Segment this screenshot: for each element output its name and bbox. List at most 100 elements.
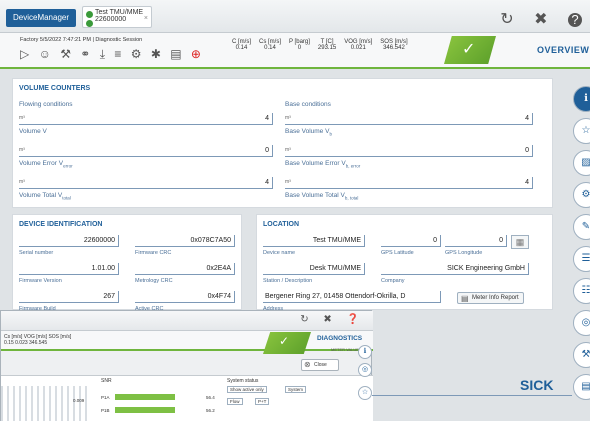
sick-logo: SICK — [520, 377, 554, 393]
refresh-icon[interactable]: ↻ — [300, 314, 314, 325]
settings-icon[interactable]: ⚙ — [131, 47, 145, 61]
station-field[interactable]: Desk TMU/MME — [263, 263, 365, 275]
nav-log-icon[interactable]: ▤ — [573, 374, 590, 400]
company-label: Company — [381, 278, 405, 284]
snr-bar — [115, 394, 175, 400]
meter-info-report-button[interactable]: Meter Info Report — [457, 292, 524, 304]
volume-error-field: 0 — [19, 145, 273, 157]
tab-device-name: Test TMU/MME — [95, 9, 144, 16]
measurements: C [m/s] Cs [m/s] P [barg] T [C] VOG [m/s… — [228, 39, 412, 51]
volume-total-label: Volume Total Vtotal — [19, 192, 71, 200]
label-sub: error — [63, 163, 73, 169]
serial-number-field: 22600000 — [19, 235, 119, 247]
volume-counters-panel: VOLUME COUNTERS Flowing conditions Base … — [12, 78, 553, 208]
nav-target-icon[interactable]: ◎ — [358, 363, 372, 377]
volume-label: Volume V — [19, 128, 47, 135]
nav-settings-icon[interactable]: ⚙ — [573, 182, 590, 208]
page-title: OVERVIEW — [537, 45, 590, 55]
download-icon[interactable]: ⤓ — [100, 47, 108, 61]
close-tab-icon[interactable]: × — [144, 15, 148, 22]
chart-icon[interactable]: ≡ — [114, 47, 124, 61]
label-sub: b, total — [344, 195, 359, 201]
measure-value: 293.15 — [317, 45, 337, 51]
history-bars — [1, 386, 91, 421]
snr-bar — [115, 407, 175, 413]
system-status-label: System status — [227, 378, 259, 384]
firmware-build-field: 267 — [19, 291, 119, 303]
nav-overview-icon[interactable]: ℹ — [573, 86, 590, 112]
nav-list-icon[interactable]: ☰ — [573, 246, 590, 272]
refresh-icon[interactable]: ↻ — [500, 9, 521, 29]
nav-tool-icon[interactable]: ⚒ — [573, 342, 590, 368]
label-text: Volume Error V — [19, 160, 64, 167]
checkmark-icon: ✓ — [279, 334, 290, 348]
tab-device[interactable]: Test TMU/MME 22600000 × — [82, 6, 152, 28]
checkmark-icon: ✓ — [462, 41, 476, 58]
snr-section-label: SNR — [101, 378, 112, 384]
user-icon[interactable]: ☺ — [39, 47, 54, 61]
label-text: Base Volume Total V — [285, 192, 345, 199]
gps-latitude-field[interactable]: 0 — [381, 235, 441, 247]
right-nav: ℹ ☆ ▨ ⚙ ✎ ☰ ☷ ◎ ⚒ ▤ — [569, 80, 590, 421]
window-top-bar: DeviceManager Test TMU/MME 22600000 × ↻ … — [0, 0, 590, 33]
serial-number-label: Serial number — [19, 250, 54, 256]
metrology-crc-field: 0x2E4A — [135, 263, 235, 275]
volume-field: 4 — [19, 113, 273, 125]
bug-icon[interactable]: ✱ — [151, 47, 164, 61]
location-panel: LOCATION Test TMU/MME Device name 0 GPS … — [256, 214, 553, 312]
firmware-crc-label: Firmware CRC — [135, 250, 172, 256]
flowing-conditions-label: Flowing conditions — [19, 101, 73, 108]
station-label: Station / Description — [263, 278, 313, 284]
nav-sensor-icon[interactable]: ☷ — [573, 278, 590, 304]
play-icon[interactable]: ▷ — [20, 47, 32, 61]
tools-icon[interactable]: ✖ — [534, 9, 555, 29]
base-volume-total-field: 4 — [285, 177, 533, 189]
base-volume-label: Base Volume Vb — [285, 128, 332, 136]
base-volume-error-label: Base Volume Error Vb, error — [285, 160, 360, 168]
ptt-checkbox[interactable]: P+T — [255, 398, 270, 405]
company-field[interactable]: SICK Engineering GmbH — [381, 263, 529, 275]
volume-error-label: Volume Error Verror — [19, 160, 73, 168]
row-right: 56.4 — [206, 395, 215, 400]
wrench-icon[interactable]: ⚒ — [60, 47, 74, 61]
measure-value: 0 — [297, 45, 302, 51]
help-icon[interactable]: ? — [568, 13, 582, 27]
show-active-checkbox[interactable]: Show active only — [227, 386, 267, 393]
window-top-bar: ↻ ✖ ❓ — [1, 311, 373, 331]
tab-devicemanager[interactable]: DeviceManager — [6, 9, 76, 27]
divider — [372, 395, 572, 396]
row-name: P1A — [101, 395, 110, 400]
add-icon[interactable]: ⊕ — [191, 47, 204, 61]
row-value: 0.009 — [73, 398, 85, 403]
nav-overview-icon[interactable]: ℹ — [358, 345, 372, 359]
tools-icon[interactable]: ✖ — [323, 314, 337, 325]
document-icon[interactable]: ▤ — [170, 47, 184, 61]
measurements: Cs [m/s] VOG [m/s] SOS [m/s] 0.15 0.023 … — [4, 334, 71, 346]
active-crc-field: 0x4F74 — [135, 291, 235, 303]
status-ok-icon — [86, 20, 93, 27]
panel-title: VOLUME COUNTERS — [19, 85, 91, 92]
nav-target-icon[interactable]: ◎ — [573, 310, 590, 336]
device-name-field[interactable]: Test TMU/MME — [263, 235, 365, 247]
nav-favorite-icon[interactable]: ☆ — [358, 386, 372, 400]
label-sub: b, error — [345, 163, 361, 169]
label-text: Volume Total V — [19, 192, 63, 199]
nav-favorite-icon[interactable]: ☆ — [573, 118, 590, 144]
nav-chart-icon[interactable]: ▨ — [573, 150, 590, 176]
flow-checkbox[interactable]: Flow — [227, 398, 243, 405]
firmware-crc-field: 0x078C7A50 — [135, 235, 235, 247]
firmware-version-field: 1.01.00 — [19, 263, 119, 275]
gps-longitude-field[interactable]: 0 — [445, 235, 507, 247]
address-field[interactable]: Bergener Ring 27, 01458 Ottendorf-Okrill… — [263, 291, 441, 303]
link-icon[interactable]: ⚭ — [80, 47, 93, 61]
session-meta: Factory 5/5/2022 7:47:21 PM | Diagnostic… — [20, 37, 143, 43]
map-button[interactable]: ▦ — [511, 235, 529, 249]
nav-edit-icon[interactable]: ✎ — [573, 214, 590, 240]
close-button[interactable]: Close — [301, 359, 339, 371]
base-volume-error-field: 0 — [285, 145, 533, 157]
help-icon[interactable]: ❓ — [347, 314, 365, 325]
base-volume-total-label: Base Volume Total Vb, total — [285, 192, 358, 200]
status-check-badge: ✓ — [263, 332, 311, 354]
system-checkbox[interactable]: System — [285, 386, 307, 393]
panel-title: DEVICE IDENTIFICATION — [19, 221, 103, 228]
